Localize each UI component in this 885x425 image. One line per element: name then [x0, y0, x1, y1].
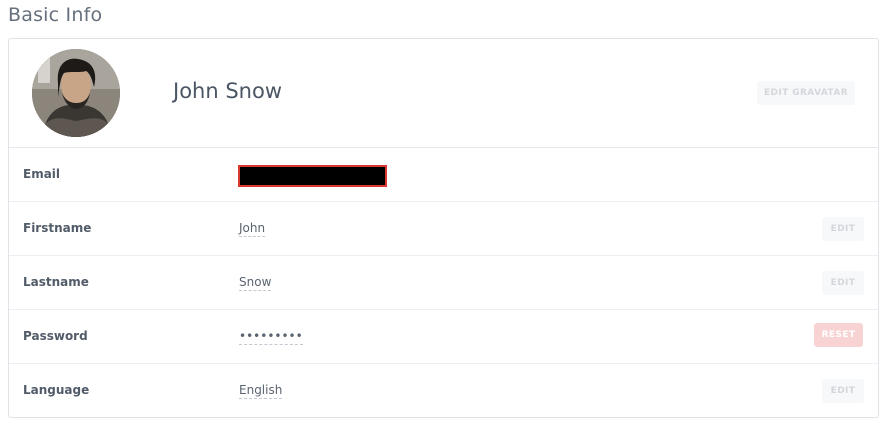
firstname-label: Firstname — [23, 221, 92, 235]
edit-firstname-button[interactable]: EDIT — [822, 217, 864, 241]
language-value[interactable]: English — [239, 383, 283, 399]
lastname-value[interactable]: Snow — [239, 275, 272, 291]
firstname-value[interactable]: John — [239, 221, 266, 237]
password-label: Password — [23, 329, 88, 343]
avatar-image — [32, 49, 120, 137]
language-label: Language — [23, 383, 90, 397]
email-redacted-value — [238, 165, 387, 187]
lastname-label: Lastname — [23, 275, 89, 289]
info-row-email: Email — [9, 148, 878, 202]
page-title: Basic Info — [8, 4, 103, 26]
info-row-firstname: Firstname John EDIT — [9, 202, 878, 256]
edit-gravatar-button[interactable]: EDIT GRAVATAR — [757, 81, 855, 105]
profile-name: John Snow — [173, 79, 282, 103]
email-label: Email — [23, 167, 61, 181]
avatar — [32, 49, 120, 137]
password-value[interactable]: ••••••••• — [239, 329, 303, 345]
info-row-language: Language English EDIT — [9, 364, 878, 418]
info-row-password: Password ••••••••• RESET — [9, 310, 878, 364]
info-row-lastname: Lastname Snow EDIT — [9, 256, 878, 310]
edit-language-button[interactable]: EDIT — [822, 379, 864, 403]
edit-lastname-button[interactable]: EDIT — [822, 271, 864, 295]
basic-info-card: John Snow EDIT GRAVATAR Email Firstname … — [8, 38, 879, 418]
profile-header: John Snow EDIT GRAVATAR — [9, 39, 878, 148]
reset-password-button[interactable]: RESET — [814, 323, 863, 347]
